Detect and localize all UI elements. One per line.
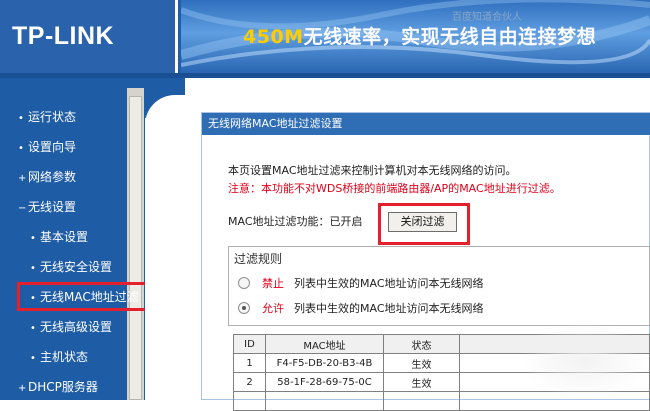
banner-slogan-text: 无线速率，实现无线自由连接梦想: [303, 26, 597, 48]
sidebar-item-status[interactable]: • 运行状态: [18, 108, 76, 126]
bullet-icon: •: [30, 323, 36, 334]
rule-allow-text: 列表中生效的MAC地址访问本无线网络: [294, 302, 484, 315]
cell-status: 生效: [383, 372, 460, 392]
panel-title: 无线网络MAC地址过滤设置: [202, 113, 650, 135]
watermark-text: 百度知道合伙人: [452, 12, 522, 23]
header-status: 状态: [383, 334, 460, 354]
cell-mac: 58-1F-28-69-75-0C: [265, 372, 384, 392]
cell-id: [233, 391, 266, 411]
sidebar-item-network[interactable]: + 网络参数: [18, 168, 76, 186]
sidebar-item-basic[interactable]: • 基本设置: [30, 228, 88, 246]
sidebar-item-dhcp[interactable]: + DHCP服务器: [18, 378, 98, 396]
sidebar-item-setup-wizard[interactable]: • 设置向导: [18, 138, 76, 156]
radio-allow[interactable]: [238, 302, 250, 314]
bullet-icon: •: [30, 233, 36, 244]
banner-speed: 450M: [243, 26, 304, 48]
cell-mac: [265, 391, 384, 411]
sidebar-item-label: 无线安全设置: [40, 260, 113, 274]
sidebar-item-wireless[interactable]: − 无线设置: [18, 198, 76, 216]
sidebar-item-wireless-advanced[interactable]: • 无线高级设置: [30, 318, 112, 336]
rule-option-allow[interactable]: 允许 列表中生效的MAC地址访问本无线网络: [238, 301, 484, 317]
sidebar-item-label: 运行状态: [28, 110, 77, 124]
sidebar-item-host-status[interactable]: • 主机状态: [30, 348, 88, 366]
brand-logo: TP-LINK: [12, 22, 115, 50]
cell-id: 1: [233, 353, 266, 373]
highlight-box-button: [378, 203, 470, 245]
sidebar-item-label: 无线高级设置: [40, 320, 113, 334]
collapse-icon: −: [18, 203, 27, 214]
banner-slogan: 450M无线速率，实现无线自由连接梦想: [243, 22, 596, 49]
sidebar-item-label: 主机状态: [40, 350, 89, 364]
cell-id: 2: [233, 372, 266, 392]
rule-option-deny[interactable]: 禁止 列表中生效的MAC地址访问本无线网络: [238, 276, 484, 292]
bullet-icon: •: [30, 353, 36, 364]
header-mac: MAC地址: [265, 334, 384, 354]
radio-deny[interactable]: [238, 277, 250, 289]
sidebar-scrollbar-thumb[interactable]: [129, 96, 142, 400]
sidebar-item-label: 基本设置: [40, 230, 89, 244]
sidebar-item-label: DHCP服务器: [28, 380, 98, 394]
header-banner: 450M无线速率，实现无线自由连接梦想 百度知道合伙人: [181, 0, 650, 73]
wds-warning: 注意：本功能不对WDS桥接的前端路由器/AP的MAC地址进行过滤。: [228, 182, 561, 195]
bullet-icon: •: [18, 143, 24, 154]
cell-mac: F4-F5-DB-20-B3-4B: [265, 353, 384, 373]
bullet-icon: •: [18, 113, 24, 124]
expand-icon: +: [18, 383, 27, 394]
rule-deny-text: 列表中生效的MAC地址访问本无线网络: [294, 277, 484, 290]
cell-status: [383, 391, 460, 411]
bullet-icon: •: [30, 263, 36, 274]
header: TP-LINK 450M无线速率，实现无线自由连接梦想 百度知道合伙人: [0, 0, 650, 78]
highlight-box-nav: [17, 282, 153, 311]
cell-status: 生效: [383, 353, 460, 373]
page-description: 本页设置MAC地址过滤来控制计算机对本无线网络的访问。: [228, 164, 517, 177]
sidebar-item-label: 网络参数: [28, 170, 77, 184]
sidebar-item-label: 设置向导: [28, 140, 77, 154]
rule-allow-keyword: 允许: [262, 302, 284, 315]
image-fade-overlay: [520, 320, 650, 400]
filter-rules-title: 过滤规则: [234, 252, 283, 266]
sidebar-item-wireless-security[interactable]: • 无线安全设置: [30, 258, 112, 276]
header-id: ID: [233, 334, 266, 354]
sidebar-item-label: 无线设置: [28, 200, 77, 214]
logo-area: TP-LINK: [0, 0, 178, 73]
rule-deny-keyword: 禁止: [262, 277, 284, 290]
expand-icon: +: [18, 173, 27, 184]
filter-status-label: MAC地址过滤功能：已开启: [228, 215, 363, 228]
